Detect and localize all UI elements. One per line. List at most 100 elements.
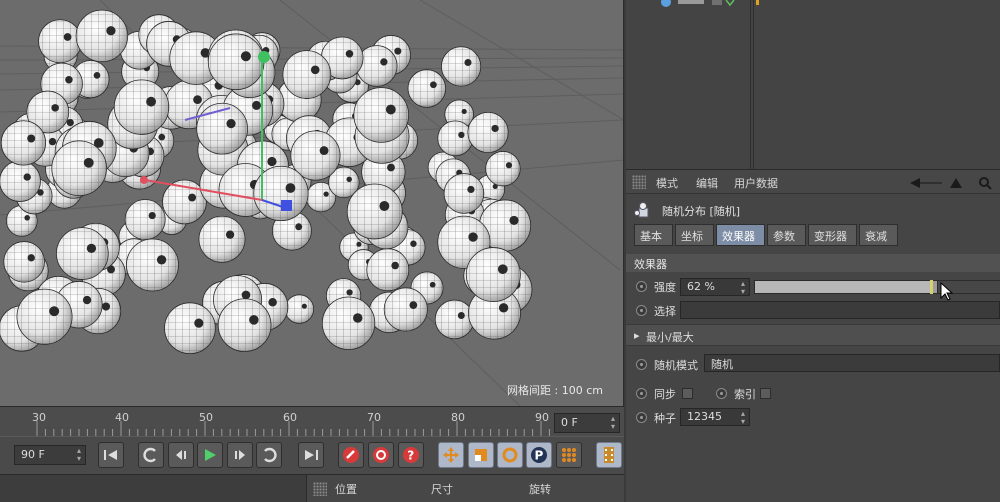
- spin-arrows-icon[interactable]: ▴ ▾: [77, 447, 81, 463]
- strength-input[interactable]: 62 % ▴ ▾: [680, 278, 750, 296]
- nav-icons: [910, 177, 992, 190]
- menu-user-data[interactable]: 用户数据: [734, 175, 778, 191]
- timeline-ruler[interactable]: 30 40 50 60 70 80 90 0 F ▴ ▾: [0, 406, 624, 437]
- timeline-window-button[interactable]: [596, 442, 622, 468]
- select-animate-toggle[interactable]: [636, 305, 647, 316]
- tab-effector[interactable]: 效果器: [716, 224, 765, 246]
- sphere: [3, 241, 45, 283]
- section-header: 效果器: [626, 254, 1000, 272]
- coord-header-rotation: 旋转: [529, 483, 551, 496]
- sphere: [346, 183, 403, 240]
- go-to-end-button[interactable]: [298, 442, 324, 468]
- forward-loop-icon: [264, 447, 277, 463]
- step-forward-icon: [235, 450, 245, 460]
- parameter-p-icon: P: [531, 447, 547, 463]
- rotate-icon: [502, 447, 518, 463]
- sphere: [282, 50, 332, 99]
- transport-bar: 90 F ▴ ▾ ? P: [0, 436, 624, 474]
- sphere: [437, 120, 474, 157]
- back-arrow-icon: [910, 178, 920, 188]
- seed-value: 12345: [687, 410, 722, 423]
- key-point-level-button[interactable]: [556, 442, 582, 468]
- sphere: [485, 151, 521, 187]
- svg-text:?: ?: [407, 449, 414, 463]
- svg-text:P: P: [535, 449, 544, 463]
- sphere: [353, 87, 410, 143]
- index-animate-toggle[interactable]: [716, 388, 727, 399]
- spin-arrows-icon[interactable]: ▴ ▾: [611, 415, 615, 431]
- sphere: [124, 199, 166, 241]
- sphere: [75, 9, 129, 63]
- keyframe-selection-button[interactable]: ?: [398, 442, 424, 468]
- viewport-3d[interactable]: 网格间距 : 100 cm: [0, 0, 624, 406]
- sphere: [207, 33, 265, 91]
- index-checkbox[interactable]: [760, 388, 771, 399]
- sphere-cluster[interactable]: [0, 0, 624, 406]
- expand-triangle-icon[interactable]: ▸: [634, 329, 640, 342]
- object-manager[interactable]: [626, 0, 1000, 170]
- ruler-label: 50: [199, 411, 213, 424]
- end-frame-field[interactable]: 90 F ▴ ▾: [14, 445, 86, 465]
- search-icon: [979, 177, 989, 187]
- next-frame-button[interactable]: [227, 442, 253, 468]
- spin-arrows-icon[interactable]: ▴ ▾: [741, 280, 745, 296]
- play-button[interactable]: [197, 442, 223, 468]
- prev-keyframe-button[interactable]: [138, 442, 164, 468]
- minmax-label: 最小/最大: [646, 331, 694, 344]
- sphere: [465, 247, 521, 303]
- object-row[interactable]: [626, 0, 1000, 10]
- menu-edit[interactable]: 编辑: [696, 175, 718, 191]
- strength-slider-handle[interactable]: [929, 280, 933, 294]
- random-mode-dropdown[interactable]: 随机: [704, 354, 1000, 372]
- coord-header-position: 位置: [335, 483, 357, 496]
- tab-parameters[interactable]: 参数: [767, 224, 806, 246]
- prev-frame-button[interactable]: [168, 442, 194, 468]
- attribute-manager: 模式 编辑 用户数据 随机分布 [随机] 基本 坐标 效果器 参数 变形器 衰减…: [626, 170, 1000, 502]
- record-key-icon: [343, 447, 359, 463]
- column-divider: [753, 0, 754, 170]
- sphere: [113, 79, 170, 135]
- panel-grip-icon[interactable]: [313, 482, 327, 496]
- select-field[interactable]: [680, 301, 1000, 319]
- menu-mode[interactable]: 模式: [656, 175, 678, 191]
- current-frame-field[interactable]: 0 F ▴ ▾: [554, 413, 620, 433]
- grid-spacing-readout: 网格间距 : 100 cm: [507, 384, 603, 397]
- random-mode-animate-toggle[interactable]: [636, 359, 647, 370]
- strength-slider[interactable]: [754, 280, 938, 294]
- auto-key-icon: [373, 447, 389, 463]
- panel-grip-icon[interactable]: [632, 175, 646, 189]
- tab-falloff[interactable]: 衰减: [859, 224, 898, 246]
- ruler-label: 70: [367, 411, 381, 424]
- sync-animate-toggle[interactable]: [636, 388, 647, 399]
- go-to-start-button[interactable]: [98, 442, 124, 468]
- next-keyframe-button[interactable]: [256, 442, 282, 468]
- strength-animate-toggle[interactable]: [636, 281, 647, 292]
- key-scale-button[interactable]: [468, 442, 494, 468]
- strength-label: 强度: [654, 281, 676, 294]
- select-label: 选择: [654, 305, 676, 318]
- material-manager-strip: [0, 474, 306, 502]
- sphere: [126, 238, 179, 292]
- tab-coordinates[interactable]: 坐标: [675, 224, 714, 246]
- end-frame-value: 90 F: [21, 448, 45, 461]
- minmax-group[interactable]: ▸ 最小/最大: [626, 324, 1000, 346]
- seed-animate-toggle[interactable]: [636, 412, 647, 423]
- key-position-button[interactable]: [438, 442, 464, 468]
- auto-key-button[interactable]: [368, 442, 394, 468]
- spin-arrows-icon[interactable]: ▴ ▾: [741, 410, 745, 426]
- sync-checkbox[interactable]: [682, 388, 693, 399]
- sphere: [467, 111, 509, 154]
- strength-value: 62 %: [687, 280, 715, 293]
- coordinates-panel-header: 位置 尺寸 旋转: [306, 474, 624, 502]
- move-arrows-icon: [443, 447, 459, 463]
- key-parameter-button[interactable]: P: [526, 442, 552, 468]
- coord-header-size: 尺寸: [431, 483, 453, 496]
- sphere: [164, 302, 216, 355]
- tab-basic[interactable]: 基本: [634, 224, 673, 246]
- record-button[interactable]: [338, 442, 364, 468]
- random-mode-label: 随机模式: [654, 359, 698, 372]
- sphere: [366, 248, 410, 292]
- key-rotation-button[interactable]: [497, 442, 523, 468]
- tab-deformer[interactable]: 变形器: [808, 224, 857, 246]
- seed-input[interactable]: 12345 ▴ ▾: [680, 408, 750, 426]
